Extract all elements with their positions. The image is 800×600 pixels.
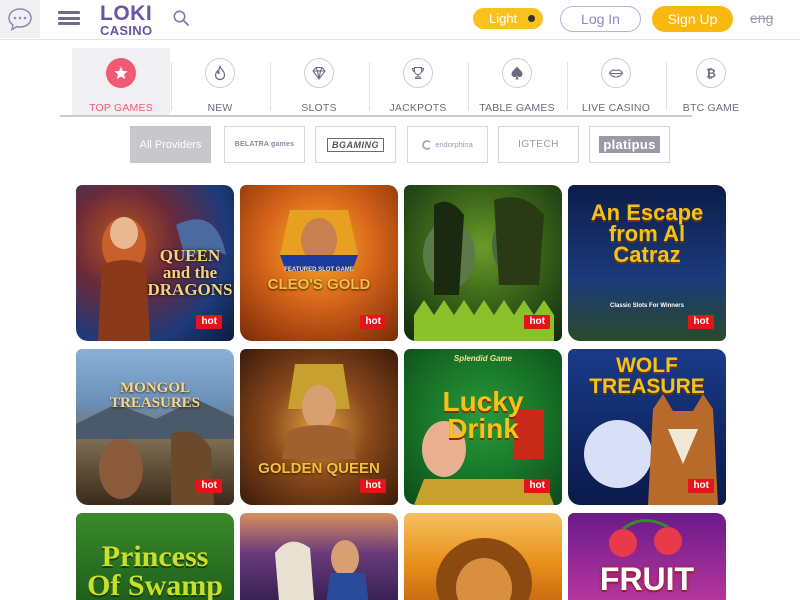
- game-title: An Escape from Al Catraz: [590, 200, 704, 267]
- login-button[interactable]: Log In: [560, 6, 641, 32]
- tab-slots[interactable]: SLOTS: [270, 48, 368, 116]
- hot-badge: hot: [360, 479, 386, 493]
- game-subtitle: Classic Slots For Winners: [610, 303, 684, 309]
- provider-bgaming[interactable]: BGAMING: [315, 126, 396, 163]
- game-tile-wolf-treasure[interactable]: WOLF TREASURE hot: [568, 349, 726, 505]
- game-title: QUEEN and the DRAGONS: [147, 246, 233, 299]
- hot-badge: hot: [524, 479, 550, 493]
- game-subtitle: Splendid Game: [453, 354, 513, 363]
- game-title: CLEO'S GOLD: [267, 276, 371, 293]
- tab-jackpots[interactable]: JACKPOTS: [369, 48, 467, 116]
- tab-top-games[interactable]: TOP GAMES: [72, 48, 170, 116]
- game-title: Princess Of Swamp: [87, 540, 223, 600]
- tab-label: LIVE CASINO: [581, 102, 651, 114]
- language-selector[interactable]: eng: [750, 10, 773, 26]
- tab-label: SLOTS: [301, 102, 337, 114]
- hot-badge: hot: [688, 315, 714, 329]
- chat-bubble-icon: [8, 8, 32, 32]
- flame-icon: [205, 58, 235, 88]
- belatra-logo: BELATRA games: [234, 141, 295, 148]
- tab-table-games[interactable]: TABLE GAMES: [468, 48, 566, 116]
- tab-new[interactable]: NEW: [171, 48, 269, 116]
- star-icon: [106, 58, 136, 88]
- spade-icon: [502, 58, 532, 88]
- top-header: LOKI CASINO Light Log In Sign Up eng: [0, 0, 800, 40]
- game-tile-princess-of-swamp[interactable]: Princess Of Swamp: [76, 513, 234, 600]
- loki-casino-logo[interactable]: LOKI CASINO: [100, 3, 152, 37]
- game-title: FRUIT: [599, 561, 695, 597]
- game-tile-11[interactable]: [404, 513, 562, 600]
- game-tile-10[interactable]: [240, 513, 398, 600]
- tab-label: TABLE GAMES: [479, 102, 555, 114]
- game-tile-golden-queen[interactable]: GOLDEN QUEEN hot: [240, 349, 398, 505]
- tab-label: JACKPOTS: [389, 102, 447, 114]
- theme-toggle-label: Light: [489, 11, 518, 26]
- provider-belatra[interactable]: BELATRA games: [224, 126, 305, 163]
- signup-button[interactable]: Sign Up: [652, 6, 733, 32]
- svg-text:₿: ₿: [706, 67, 716, 81]
- category-tabs: TOP GAMES NEW SLOTS JACKPOTS TABLE GAMES…: [72, 48, 748, 116]
- endorphina-label: endorphina: [435, 140, 473, 149]
- logo-line1: LOKI: [100, 2, 153, 25]
- igtech-logo: IGTECH: [518, 139, 559, 150]
- trophy-icon: [403, 58, 433, 88]
- logo-line2: CASINO: [100, 23, 153, 38]
- hot-badge: hot: [524, 315, 550, 329]
- hot-badge: hot: [360, 315, 386, 329]
- theme-toggle[interactable]: Light: [473, 8, 543, 29]
- game-art: [436, 538, 532, 600]
- diamond-icon: [304, 58, 334, 88]
- tab-label: BTC GAME: [682, 102, 740, 114]
- provider-endorphina[interactable]: endorphina: [407, 126, 488, 163]
- search-icon[interactable]: [172, 9, 190, 27]
- chat-button[interactable]: [0, 0, 40, 38]
- hot-badge: hot: [688, 479, 714, 493]
- game-tile-queen-and-the-dragons[interactable]: QUEEN and the DRAGONS hot: [76, 185, 234, 341]
- game-title: Lucky Drink: [442, 386, 524, 444]
- bitcoin-icon: ₿: [696, 58, 726, 88]
- tab-live-casino[interactable]: LIVE CASINO: [567, 48, 665, 116]
- game-title: GOLDEN QUEEN: [258, 460, 380, 477]
- tab-label: NEW: [207, 102, 233, 114]
- hot-badge: hot: [196, 479, 222, 493]
- game-tile-3[interactable]: hot: [404, 185, 562, 341]
- lips-icon: [601, 58, 631, 88]
- tab-label: TOP GAMES: [89, 102, 153, 114]
- game-title: WOLF TREASURE: [589, 354, 705, 398]
- game-tile-fruit[interactable]: FRUIT: [568, 513, 726, 600]
- provider-platipus[interactable]: platipus: [589, 126, 670, 163]
- game-subtitle: FEATURED SLOT GAME: [284, 267, 354, 273]
- game-art: [275, 540, 369, 600]
- game-tile-mongol-treasures[interactable]: MONGOL TREASURES hot: [76, 349, 234, 505]
- platipus-logo: platipus: [599, 136, 660, 153]
- category-underline: [60, 115, 692, 117]
- tab-btc-game[interactable]: ₿ BTC GAME: [666, 48, 756, 116]
- game-tile-al-catraz[interactable]: An Escape from Al Catraz Classic Slots F…: [568, 185, 726, 341]
- endorphina-logo: endorphina: [422, 139, 473, 150]
- provider-all[interactable]: All Providers: [130, 126, 211, 163]
- theme-toggle-knob: [528, 15, 535, 22]
- game-tile-lucky-drink[interactable]: Splendid Game Lucky Drink hot: [404, 349, 562, 505]
- hot-badge: hot: [196, 315, 222, 329]
- game-title: MONGOL TREASURES: [109, 380, 201, 411]
- game-tile-cleos-gold[interactable]: FEATURED SLOT GAME CLEO'S GOLD hot: [240, 185, 398, 341]
- hamburger-menu-icon[interactable]: [58, 9, 80, 27]
- bgaming-logo: BGAMING: [327, 137, 384, 152]
- provider-igtech[interactable]: IGTECH: [498, 126, 579, 163]
